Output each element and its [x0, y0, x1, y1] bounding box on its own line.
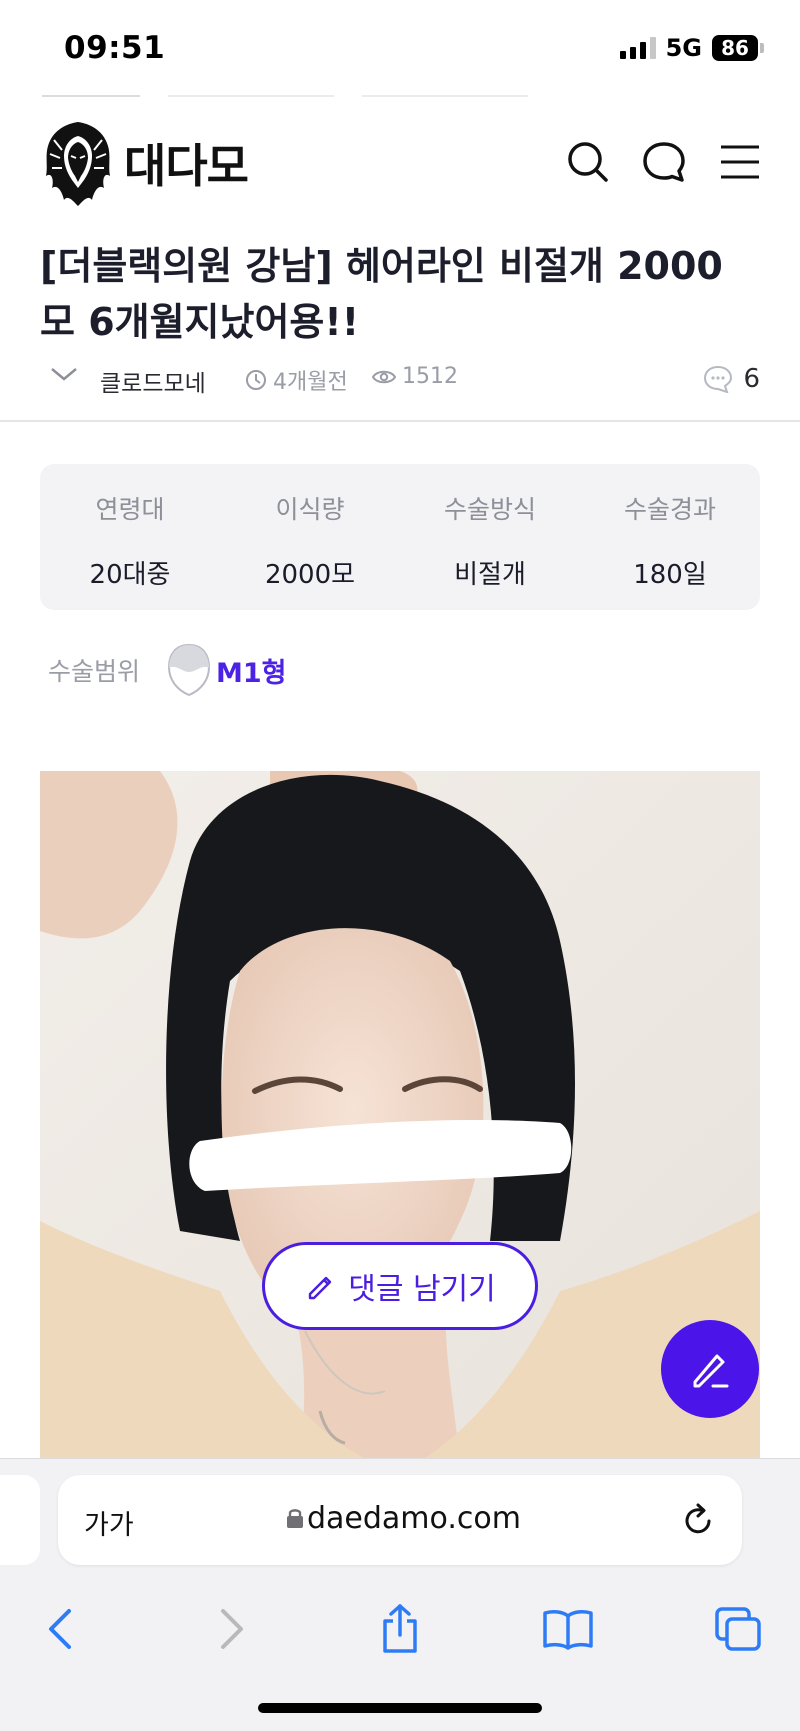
- share-icon: [383, 1604, 417, 1653]
- home-indicator: [258, 1703, 542, 1713]
- site-header: 대다모: [0, 116, 800, 212]
- time-ago-text: 4개월전: [273, 370, 348, 395]
- views-count: 1512: [402, 364, 458, 389]
- chevron-down-icon[interactable]: [50, 364, 78, 384]
- info-value: 180일: [633, 560, 707, 590]
- post-time: 4개월전: [245, 364, 348, 396]
- post-views: 1512: [372, 364, 458, 389]
- info-value: 비절개: [454, 560, 526, 590]
- back-button[interactable]: [30, 1599, 90, 1659]
- forward-button[interactable]: [202, 1599, 262, 1659]
- search-icon: [568, 142, 608, 182]
- lion-logo-icon: [46, 122, 110, 206]
- head-outline-icon: [168, 643, 211, 697]
- comment-count-link[interactable]: 6: [703, 364, 760, 394]
- bookmarks-button[interactable]: [538, 1599, 598, 1659]
- logo-text: 대다모: [124, 139, 249, 193]
- eye-icon: [372, 370, 396, 383]
- reload-icon[interactable]: [680, 1501, 716, 1539]
- address-bar[interactable]: 가가 daedamo.com: [58, 1475, 742, 1565]
- tabs-button[interactable]: [708, 1599, 768, 1659]
- share-button[interactable]: [370, 1599, 430, 1659]
- info-column-age: 연령대 20대중: [40, 464, 220, 610]
- header-actions: [566, 140, 762, 184]
- battery-level: 86: [712, 35, 758, 61]
- write-post-button[interactable]: [661, 1320, 759, 1418]
- divider: [0, 420, 800, 422]
- comment-count: 6: [743, 364, 760, 394]
- info-column-grafts: 이식량 2000모: [220, 464, 400, 610]
- clock-icon: [246, 370, 266, 390]
- network-type: 5G: [665, 34, 702, 62]
- info-header: 수술경과: [623, 495, 716, 524]
- info-value: 20대중: [89, 560, 171, 590]
- info-column-method: 수술방식 비절개: [400, 464, 580, 610]
- pencil-icon: [309, 1276, 332, 1300]
- browser-toolbar: 가가 daedamo.com: [0, 1458, 800, 1731]
- info-header: 연령대: [95, 495, 165, 524]
- info-column-progress: 수술경과 180일: [580, 464, 760, 610]
- chevron-left-icon: [49, 1609, 71, 1649]
- leave-comment-label: 댓글 남기기: [348, 1272, 496, 1307]
- info-value: 2000모: [264, 560, 356, 590]
- battery-icon: 86: [712, 35, 764, 61]
- comment-bubble-icon: [704, 365, 733, 393]
- surgery-range-value: M1형: [216, 657, 287, 689]
- browser-nav: [0, 1599, 800, 1659]
- chevron-right-icon: [221, 1609, 243, 1649]
- book-icon: [543, 1610, 593, 1650]
- scroll-shadow: [0, 95, 800, 97]
- status-time: 09:51: [64, 30, 166, 66]
- post-title: [더블랙의원 강남] 헤어라인 비절개 2000모 6개월지났어용!!: [40, 244, 723, 344]
- info-header: 수술방식: [443, 495, 536, 524]
- author-name[interactable]: 클로드모네: [100, 364, 206, 398]
- cellular-signal-icon: [619, 37, 656, 59]
- surgery-range: 수술범위 M1형: [48, 642, 287, 698]
- menu-button[interactable]: [718, 140, 762, 184]
- chat-bubble-icon: [643, 142, 685, 182]
- tabs-icon: [715, 1607, 761, 1651]
- status-indicators: 5G 86: [619, 34, 764, 62]
- hamburger-menu-icon: [721, 145, 759, 179]
- post-photo: [40, 771, 760, 1461]
- leave-comment-button[interactable]: 댓글 남기기: [262, 1242, 538, 1330]
- surgery-range-label: 수술범위: [48, 657, 141, 686]
- post-meta: 클로드모네 4개월전 1512 6: [0, 356, 800, 402]
- url-text: daedamo.com: [307, 1501, 521, 1536]
- surgery-info-table: 연령대 20대중 이식량 2000모 수술방식 비절개 수술경과 180일: [40, 464, 760, 610]
- info-header: 이식량: [275, 495, 345, 524]
- pencil-icon: [693, 1354, 729, 1388]
- site-logo[interactable]: 대다모: [42, 120, 249, 206]
- status-bar: 09:51 5G 86: [0, 0, 800, 98]
- previous-tab-peek[interactable]: [0, 1475, 40, 1565]
- search-button[interactable]: [566, 140, 610, 184]
- chat-button[interactable]: [642, 140, 686, 184]
